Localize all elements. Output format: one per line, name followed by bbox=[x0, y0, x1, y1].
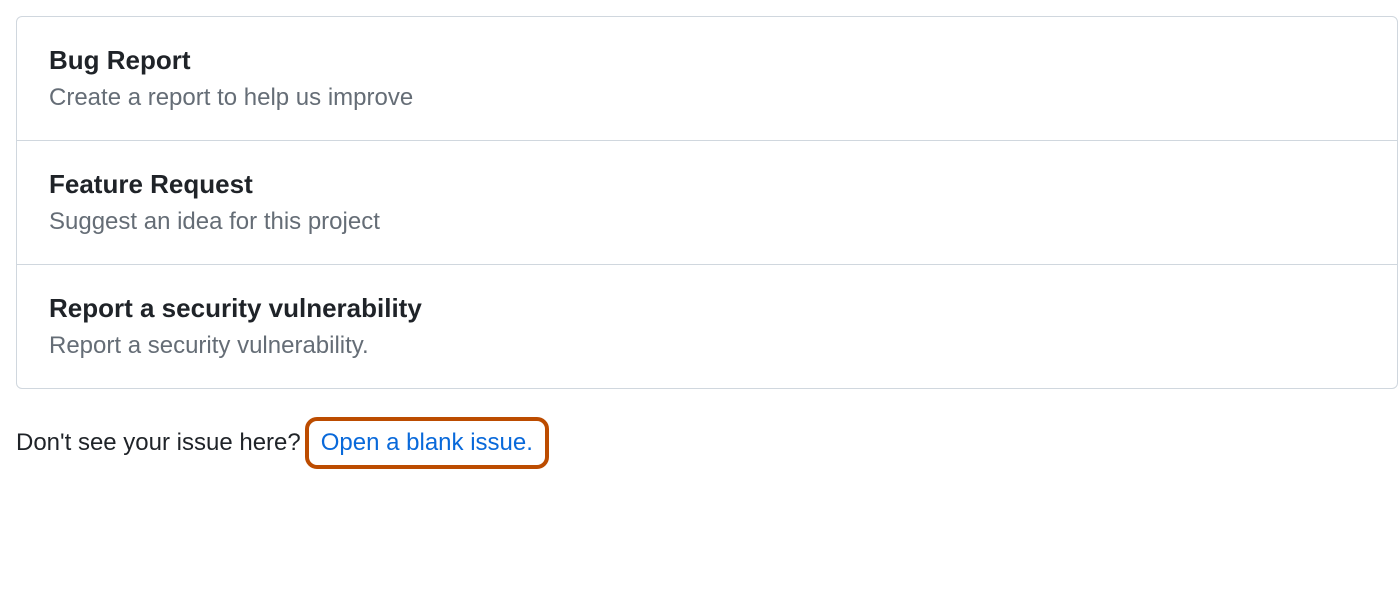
footer: Don't see your issue here? Open a blank … bbox=[16, 417, 1398, 469]
template-item-feature-request[interactable]: Feature Request Suggest an idea for this… bbox=[17, 141, 1397, 265]
template-title: Report a security vulnerability bbox=[49, 293, 1365, 324]
highlight-annotation: Open a blank issue. bbox=[305, 417, 549, 469]
issue-template-list: Bug Report Create a report to help us im… bbox=[16, 16, 1398, 389]
template-item-security-vulnerability[interactable]: Report a security vulnerability Report a… bbox=[17, 265, 1397, 388]
template-item-bug-report[interactable]: Bug Report Create a report to help us im… bbox=[17, 17, 1397, 141]
template-title: Bug Report bbox=[49, 45, 1365, 76]
template-description: Report a security vulnerability. bbox=[49, 332, 1365, 360]
footer-text: Don't see your issue here? bbox=[16, 429, 301, 457]
template-description: Suggest an idea for this project bbox=[49, 208, 1365, 236]
template-description: Create a report to help us improve bbox=[49, 84, 1365, 112]
open-blank-issue-link[interactable]: Open a blank issue. bbox=[321, 429, 533, 456]
template-title: Feature Request bbox=[49, 169, 1365, 200]
